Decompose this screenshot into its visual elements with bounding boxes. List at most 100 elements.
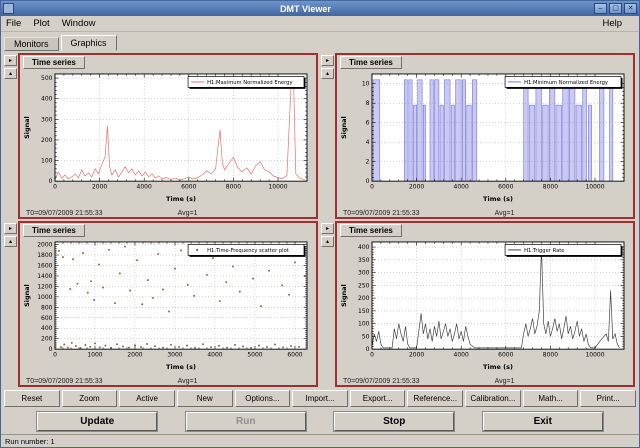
- svg-text:300: 300: [358, 270, 370, 277]
- chart-time-frequency-scatter[interactable]: 0100020003000400050006000020040060080010…: [22, 237, 314, 372]
- svg-text:200: 200: [41, 137, 53, 144]
- tab-monitors[interactable]: Monitors: [4, 37, 59, 51]
- panel-tab-time-series[interactable]: Time series: [23, 224, 85, 237]
- panel-pop-icon[interactable]: ▸: [4, 223, 17, 234]
- run-button[interactable]: Run: [186, 412, 306, 431]
- close-icon[interactable]: ✕: [624, 3, 637, 14]
- svg-text:10000: 10000: [585, 352, 604, 359]
- svg-text:Signal: Signal: [340, 116, 348, 139]
- chart-trigger-rate[interactable]: 0200040006000800010000050100150200250300…: [339, 237, 631, 372]
- print-button[interactable]: Print...: [580, 390, 636, 407]
- svg-text:Signal: Signal: [23, 284, 31, 307]
- tab-graphics[interactable]: Graphics: [61, 35, 117, 51]
- panel-tab-time-series[interactable]: Time series: [23, 56, 85, 69]
- svg-text:1800: 1800: [37, 252, 52, 259]
- active-button[interactable]: Active: [119, 390, 175, 407]
- menu-window[interactable]: Window: [62, 18, 96, 29]
- svg-text:2000: 2000: [409, 184, 424, 191]
- svg-text:250: 250: [358, 282, 370, 289]
- export-button[interactable]: Export...: [350, 390, 406, 407]
- svg-text:1200: 1200: [37, 283, 52, 290]
- run-number-label: Run number: 1: [5, 437, 55, 446]
- chart-maximum-normalized-energy[interactable]: 02000400060008000100000100200300400500Ti…: [22, 69, 314, 204]
- svg-text:Time (s): Time (s): [166, 195, 196, 203]
- import-button[interactable]: Import...: [292, 390, 348, 407]
- status-bar: Run number: 1: [1, 434, 639, 447]
- svg-text:Time (s): Time (s): [483, 195, 513, 203]
- reference-button[interactable]: Reference...: [407, 390, 463, 407]
- panel-collapse-icon[interactable]: ▴: [321, 236, 334, 247]
- svg-text:H1:Maximum Normalized Energy: H1:Maximum Normalized Energy: [207, 80, 292, 86]
- app-icon: [3, 3, 14, 14]
- svg-text:0: 0: [49, 346, 53, 353]
- minimize-icon[interactable]: –: [594, 3, 607, 14]
- maximize-icon[interactable]: ▢: [609, 3, 622, 14]
- svg-text:200: 200: [358, 295, 370, 302]
- svg-text:8000: 8000: [226, 184, 241, 191]
- avg-label: Avg=1: [495, 378, 515, 385]
- menu-plot[interactable]: Plot: [33, 18, 49, 29]
- svg-text:200: 200: [41, 336, 53, 343]
- zoom-button[interactable]: Zoom: [62, 390, 118, 407]
- options-button[interactable]: Options...: [235, 390, 291, 407]
- reset-button[interactable]: Reset: [4, 390, 60, 407]
- panel-collapse-icon[interactable]: ▴: [321, 68, 334, 79]
- svg-text:3000: 3000: [167, 352, 182, 359]
- svg-text:400: 400: [41, 325, 53, 332]
- math-button[interactable]: Math...: [523, 390, 579, 407]
- svg-text:500: 500: [41, 75, 53, 82]
- t0-label: T0=09/07/2009 21:55:33: [343, 378, 495, 385]
- svg-text:0: 0: [366, 178, 370, 185]
- svg-text:8: 8: [366, 100, 370, 107]
- new-button[interactable]: New: [177, 390, 233, 407]
- svg-text:Signal: Signal: [23, 116, 31, 139]
- svg-text:400: 400: [41, 96, 53, 103]
- update-button[interactable]: Update: [37, 412, 157, 431]
- svg-text:0: 0: [366, 346, 370, 353]
- svg-text:1000: 1000: [37, 294, 52, 301]
- exit-button[interactable]: Exit: [483, 412, 603, 431]
- svg-text:10: 10: [362, 81, 370, 88]
- svg-text:2000: 2000: [92, 184, 107, 191]
- plot-panel-bottom-left: Time series 0100020003000400050006000020…: [18, 221, 318, 387]
- svg-text:Time (s): Time (s): [483, 363, 513, 371]
- svg-text:4000: 4000: [454, 352, 469, 359]
- panel-collapse-icon[interactable]: ▴: [4, 68, 17, 79]
- svg-text:6000: 6000: [181, 184, 196, 191]
- svg-text:Signal: Signal: [340, 284, 348, 307]
- panel-tab-time-series[interactable]: Time series: [340, 224, 402, 237]
- panel-tab-time-series[interactable]: Time series: [340, 56, 402, 69]
- svg-text:0: 0: [53, 352, 57, 359]
- menu-file[interactable]: File: [6, 18, 21, 29]
- t0-label: T0=09/07/2009 21:55:33: [26, 378, 178, 385]
- plot-toolbar: Reset Zoom Active New Options... Import.…: [1, 389, 639, 408]
- panel-pop-icon[interactable]: ▸: [4, 55, 17, 66]
- svg-text:10000: 10000: [268, 184, 287, 191]
- window-title: DMT Viewer: [17, 4, 594, 14]
- plot-panel-bottom-right: Time series 0200040006000800010000050100…: [335, 221, 635, 387]
- svg-text:4000: 4000: [137, 184, 152, 191]
- panel-pop-icon[interactable]: ▸: [321, 55, 334, 66]
- panel-collapse-icon[interactable]: ▴: [4, 236, 17, 247]
- svg-text:2000: 2000: [37, 242, 52, 249]
- menu-help[interactable]: Help: [602, 18, 622, 29]
- svg-text:8000: 8000: [543, 184, 558, 191]
- svg-text:0: 0: [49, 178, 53, 185]
- svg-text:H1:Time-Frequency scatter plot: H1:Time-Frequency scatter plot: [207, 248, 289, 254]
- calibration-button[interactable]: Calibration...: [465, 390, 521, 407]
- plot-panel-top-left: Time series 0200040006000800010000010020…: [18, 53, 318, 219]
- tab-bar: Monitors Graphics: [1, 32, 639, 51]
- avg-label: Avg=1: [178, 210, 198, 217]
- panel-pop-icon[interactable]: ▸: [321, 223, 334, 234]
- chart-minimum-normalized-energy[interactable]: 02000400060008000100000246810Time (s)Sig…: [339, 69, 631, 204]
- stop-button[interactable]: Stop: [334, 412, 454, 431]
- svg-text:Time (s): Time (s): [166, 363, 196, 371]
- title-bar: DMT Viewer – ▢ ✕: [1, 1, 639, 16]
- svg-text:4000: 4000: [454, 184, 469, 191]
- plot-panel-top-right: Time series 0200040006000800010000024681…: [335, 53, 635, 219]
- svg-text:8000: 8000: [543, 352, 558, 359]
- svg-text:6000: 6000: [287, 352, 302, 359]
- svg-text:0: 0: [53, 184, 57, 191]
- svg-text:150: 150: [358, 308, 370, 315]
- svg-text:0: 0: [370, 184, 374, 191]
